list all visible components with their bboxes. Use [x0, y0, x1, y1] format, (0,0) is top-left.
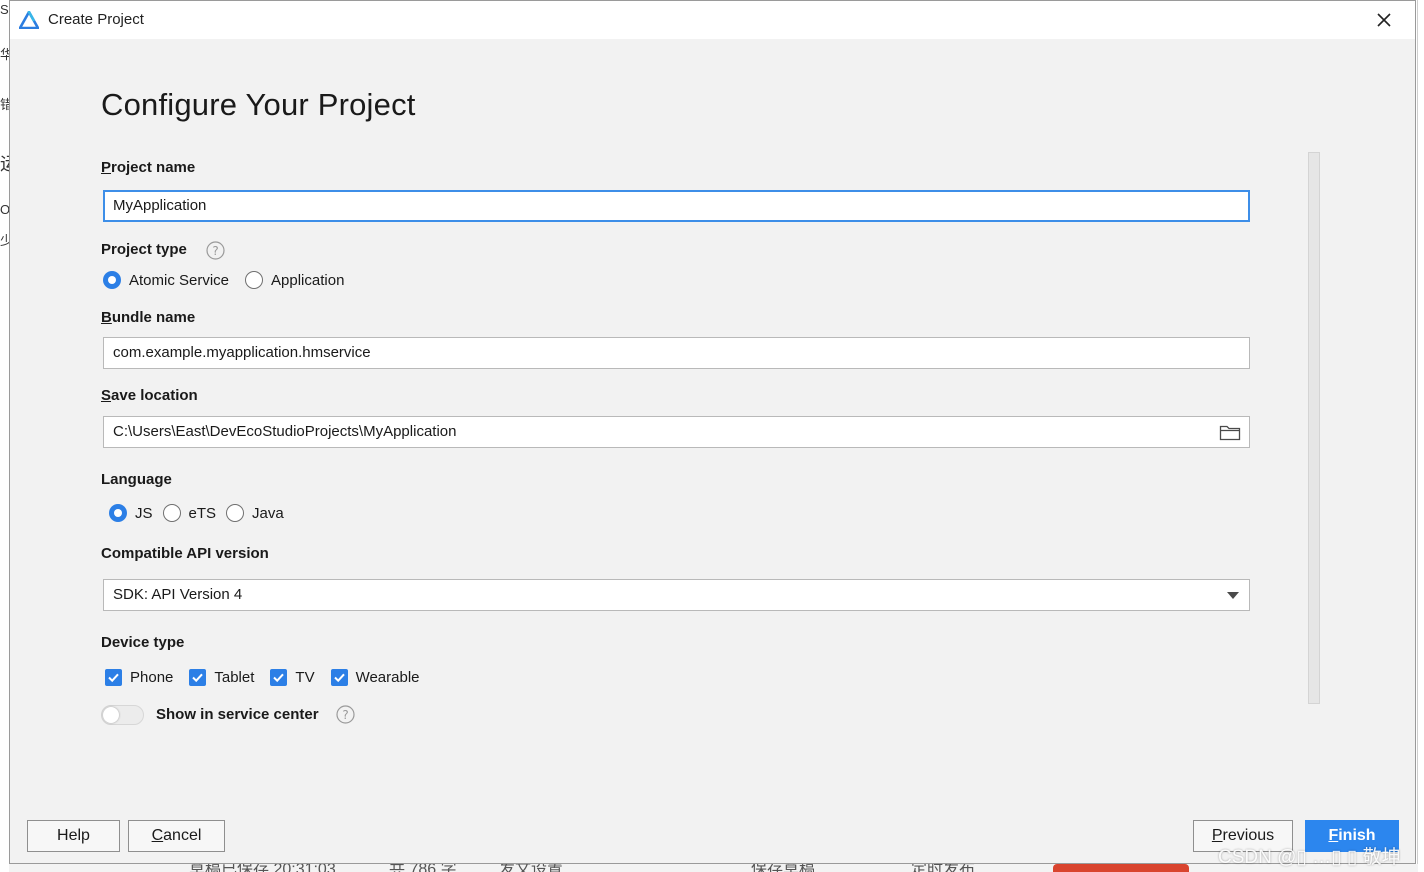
- checkmark-icon: [333, 673, 345, 683]
- background-text: 发文设置: [499, 864, 563, 872]
- background-text: 定时发布: [911, 864, 975, 872]
- checkmark-icon: [108, 673, 119, 683]
- radio-label: Atomic Service: [129, 271, 230, 289]
- help-button[interactable]: Help: [27, 820, 120, 852]
- checkbox-wearable[interactable]: Wearable: [330, 669, 420, 686]
- checkbox-label: Phone: [130, 669, 174, 686]
- checkbox-phone[interactable]: Phone: [105, 669, 173, 686]
- project-type-label: Project type: [101, 241, 187, 258]
- label-text: undle name: [111, 309, 196, 326]
- background-app-right-edge: [1417, 0, 1424, 872]
- radio-button[interactable]: [226, 504, 245, 522]
- checkbox-label: Tablet: [214, 669, 255, 686]
- checkbox-checked[interactable]: [270, 669, 288, 686]
- device-type-options: Phone Tablet TV Wearable: [105, 669, 436, 686]
- cancel-button[interactable]: Cancel: [128, 820, 225, 852]
- checkmark-icon: [273, 673, 285, 683]
- radio-button-selected[interactable]: [103, 271, 121, 289]
- background-text: 保存草稿: [751, 864, 815, 872]
- help-icon[interactable]: ?: [336, 705, 355, 724]
- bundle-name-label: Bundle name: [101, 309, 195, 326]
- watermark: CSDN @▯ …▯ ▯ 敬坤: [1218, 847, 1401, 868]
- checkbox-checked[interactable]: [330, 669, 348, 686]
- radio-button[interactable]: [162, 504, 181, 522]
- api-version-value: SDK: API Version 4: [113, 586, 243, 603]
- close-icon[interactable]: [1373, 9, 1395, 31]
- checkbox-label: Wearable: [355, 669, 420, 686]
- background-publish-button: [1053, 864, 1189, 872]
- mnemonic-letter: B: [101, 309, 112, 326]
- page-title: Configure Your Project: [101, 87, 416, 122]
- radio-label: Java: [252, 504, 284, 522]
- radio-label: Application: [271, 271, 345, 289]
- service-center-label: Show in service center: [156, 706, 319, 723]
- mnemonic-letter: S: [101, 387, 112, 404]
- mnemonic-letter: P: [101, 159, 112, 176]
- checkbox-checked[interactable]: [189, 669, 207, 686]
- checkbox-tv[interactable]: TV: [270, 669, 315, 686]
- mnemonic-letter: C: [151, 827, 164, 844]
- radio-button[interactable]: [245, 271, 264, 289]
- svg-text:?: ?: [212, 244, 218, 258]
- radio-atomic-service[interactable]: Atomic Service: [103, 271, 229, 289]
- save-location-label: Save location: [101, 387, 198, 404]
- background-glyph: S: [0, 2, 9, 17]
- label-text: roject name: [111, 159, 196, 176]
- bundle-name-input[interactable]: com.example.myapplication.hmservice: [103, 337, 1250, 369]
- service-center-toggle[interactable]: [101, 705, 144, 725]
- radio-ets[interactable]: eTS: [162, 504, 217, 522]
- save-location-input[interactable]: C:\Users\East\DevEcoStudioProjects\MyApp…: [113, 423, 456, 440]
- title-bar: Create Project: [10, 1, 1415, 39]
- radio-label: eTS: [188, 504, 217, 522]
- checkbox-checked[interactable]: [105, 669, 122, 686]
- save-location-field: C:\Users\East\DevEcoStudioProjects\MyApp…: [103, 416, 1250, 448]
- api-version-select[interactable]: SDK: API Version 4: [103, 579, 1250, 611]
- radio-java[interactable]: Java: [226, 504, 284, 522]
- checkmark-icon: [192, 673, 204, 683]
- background-text: 草稿已保存 20:31:03: [189, 864, 336, 872]
- checkbox-tablet[interactable]: Tablet: [189, 669, 254, 686]
- button-label: ancel: [163, 827, 202, 844]
- language-options: JS eTS Java: [109, 504, 300, 522]
- background-text: 共 786 字: [389, 864, 457, 872]
- folder-icon[interactable]: [1219, 423, 1241, 441]
- radio-js[interactable]: JS: [109, 504, 153, 522]
- svg-text:?: ?: [342, 708, 348, 722]
- radio-label: JS: [135, 504, 153, 522]
- window-title: Create Project: [48, 11, 144, 28]
- background-app-bottom-edge: 草稿已保存 20:31:03 共 786 字 发文设置 保存草稿 定时发布: [9, 864, 1418, 872]
- radio-button-selected[interactable]: [109, 504, 127, 522]
- checkbox-label: TV: [295, 669, 315, 686]
- vertical-scrollbar[interactable]: [1308, 152, 1320, 704]
- create-project-dialog: Create Project Configure Your Project Pr…: [9, 0, 1416, 864]
- project-name-label: Project name: [101, 159, 195, 176]
- language-label: Language: [101, 471, 172, 488]
- label-text: ave location: [111, 387, 198, 404]
- device-type-label: Device type: [101, 634, 185, 651]
- help-icon[interactable]: ?: [206, 241, 225, 260]
- chevron-down-icon[interactable]: [1227, 592, 1239, 599]
- deveco-logo-icon: [19, 11, 39, 29]
- radio-application[interactable]: Application: [245, 271, 344, 289]
- project-type-options: Atomic Service Application: [103, 271, 360, 289]
- project-name-input[interactable]: MyApplication: [103, 190, 1250, 222]
- api-version-label: Compatible API version: [101, 545, 269, 562]
